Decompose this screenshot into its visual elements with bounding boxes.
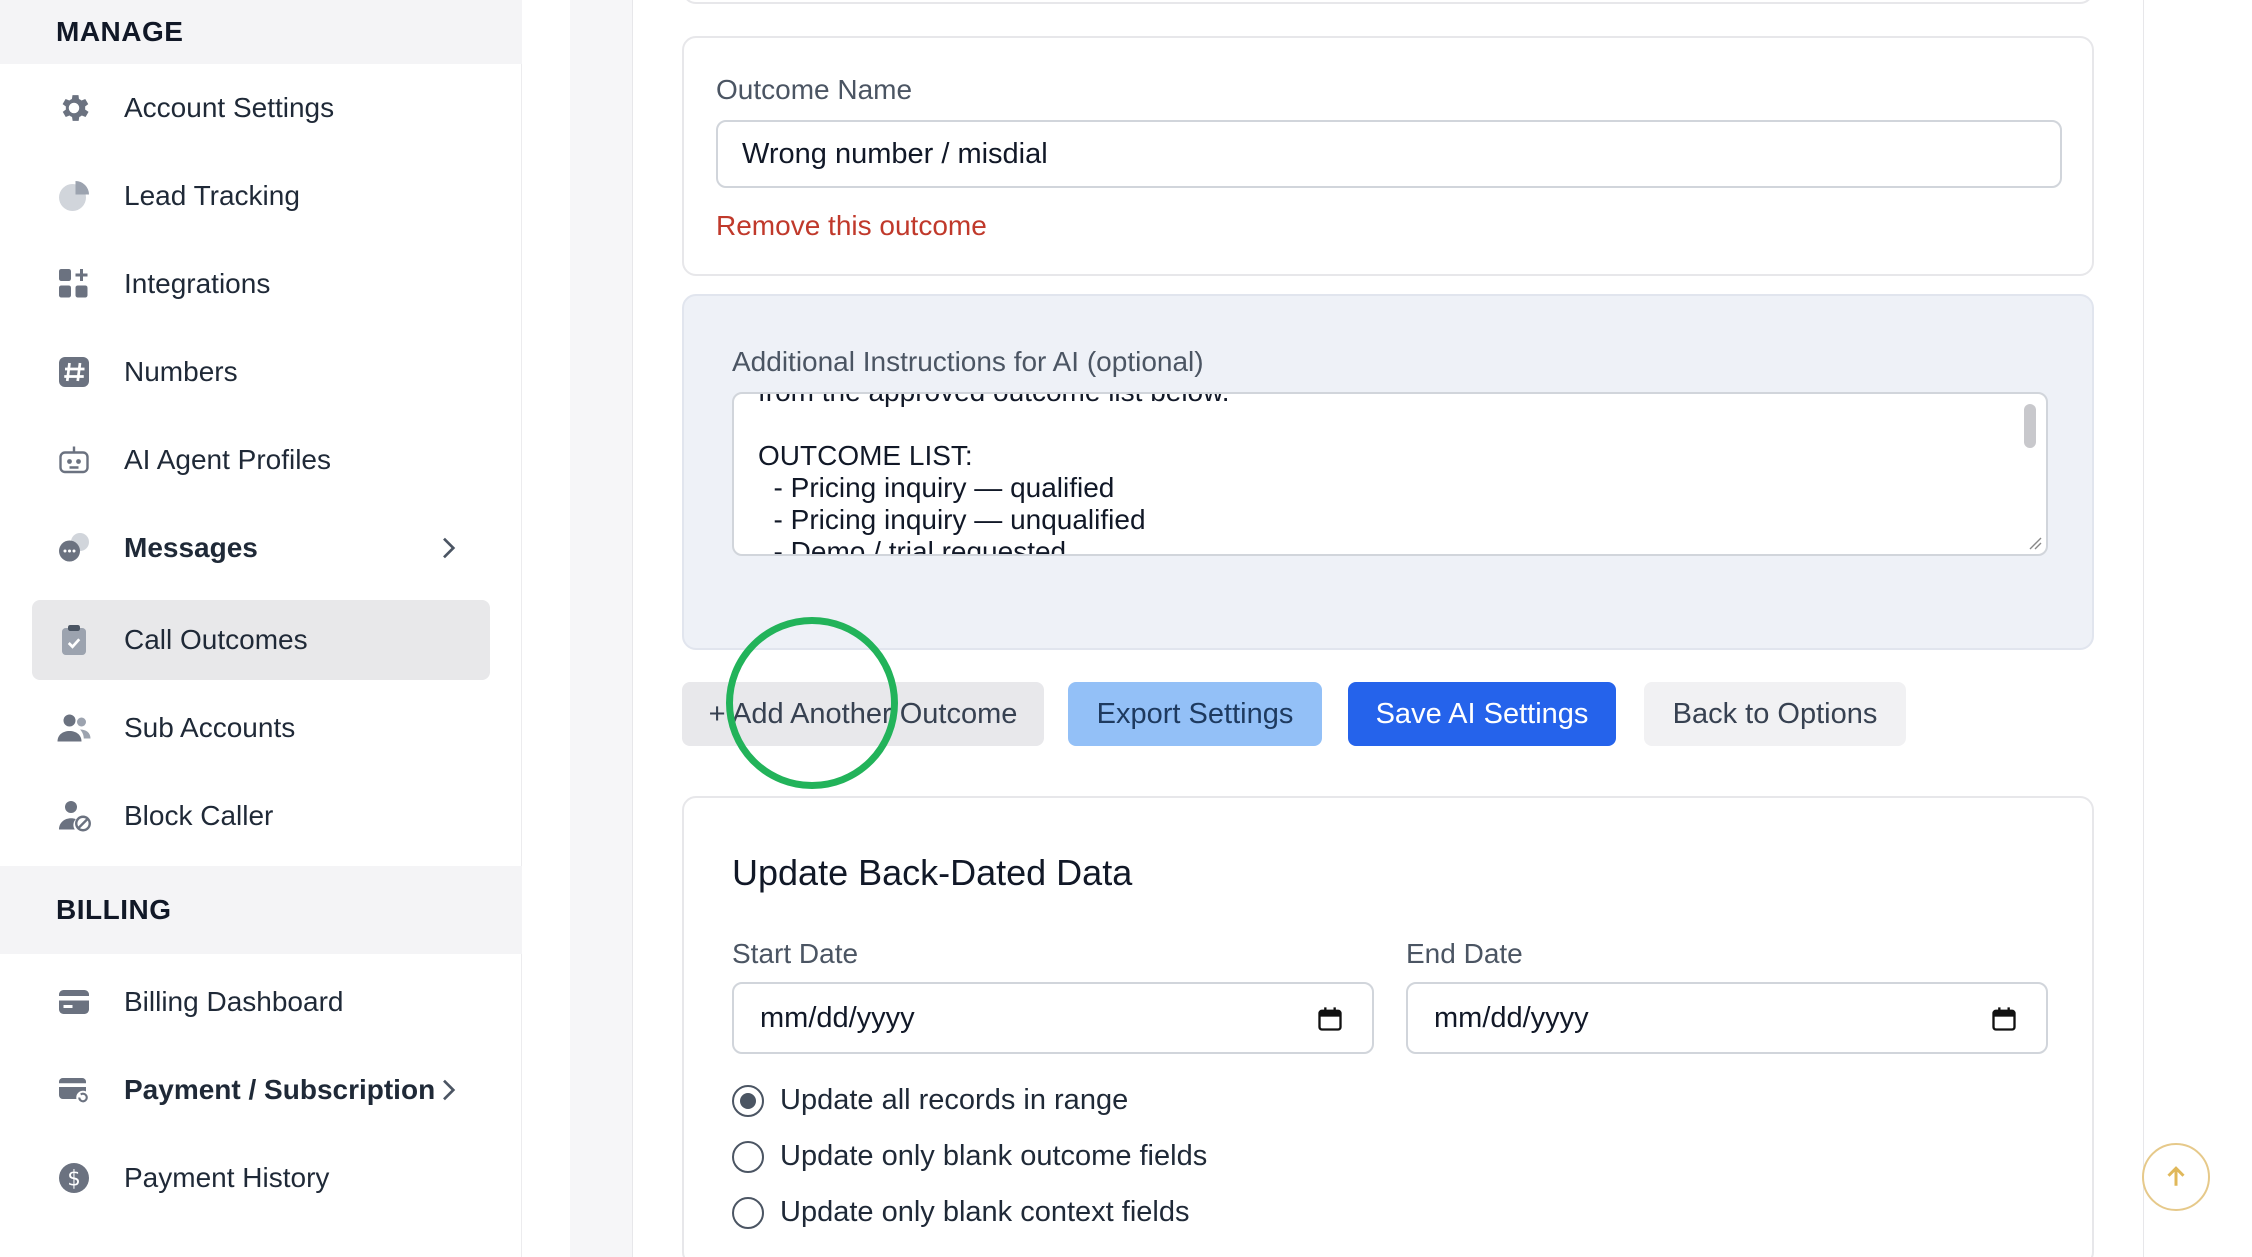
sidebar-item-payment-subscription[interactable]: Payment / Subscription	[32, 1050, 490, 1130]
user-block-icon	[54, 796, 94, 836]
sidebar-item-label: Account Settings	[124, 92, 335, 123]
end-date-label: End Date	[1406, 938, 1523, 969]
sidebar-item-ai-agent-profiles[interactable]: AI Agent Profiles	[32, 420, 490, 500]
ai-instructions-panel: Additional Instructions for AI (optional…	[682, 294, 2094, 650]
radio-label: Update only blank outcome fields	[780, 1140, 1208, 1172]
backdated-data-card: Update Back-Dated Data Start Date mm/dd/…	[682, 796, 2094, 1257]
previous-outcome-card	[682, 0, 2094, 4]
radio-button[interactable]	[732, 1196, 764, 1229]
chat-bubbles-icon	[54, 528, 94, 568]
sidebar-item-sub-accounts[interactable]: Sub Accounts	[32, 688, 490, 768]
sidebar-item-numbers[interactable]: Numbers	[32, 332, 490, 412]
hash-icon	[54, 352, 94, 392]
radio-blank-context[interactable]: Update only blank context fields	[732, 1196, 1189, 1229]
pie-chart-icon	[54, 176, 94, 216]
chevron-right-icon	[443, 537, 456, 559]
remove-outcome-link[interactable]: Remove this outcome	[716, 210, 987, 242]
robot-icon	[54, 440, 94, 480]
sidebar-item-account-settings[interactable]: Account Settings	[32, 68, 490, 148]
sidebar-item-label: Payment / Subscription	[124, 1074, 436, 1105]
backdated-title: Update Back-Dated Data	[732, 852, 1133, 893]
outcome-name-label: Outcome Name	[716, 74, 913, 105]
ai-instructions-label: Additional Instructions for AI (optional…	[732, 346, 1204, 377]
ai-instructions-text: from the approved outcome list below. OU…	[758, 394, 1230, 556]
radio-button[interactable]	[732, 1140, 764, 1173]
arrow-up-icon	[2167, 1166, 2185, 1186]
svg-text:$: $	[67, 1167, 80, 1191]
radio-label: Update all records in range	[780, 1084, 1129, 1116]
gear-icon	[54, 88, 94, 128]
start-date-label: Start Date	[732, 938, 859, 969]
chevron-right-icon	[443, 1079, 456, 1101]
sidebar-item-payment-history[interactable]: $ Payment History	[32, 1138, 490, 1218]
sidebar-item-label: Payment History	[124, 1162, 330, 1193]
grid-plus-icon	[54, 264, 94, 304]
export-settings-button[interactable]: Export Settings	[1068, 682, 1322, 746]
users-icon	[54, 708, 94, 748]
ai-instructions-textarea[interactable]: from the approved outcome list below. OU…	[732, 392, 2048, 556]
radio-label: Update only blank context fields	[780, 1196, 1190, 1228]
clipboard-check-icon	[54, 620, 94, 660]
add-outcome-button[interactable]: + Add Another Outcome	[682, 682, 1044, 746]
sidebar-item-label: Messages	[124, 532, 258, 563]
start-date-placeholder: mm/dd/yyyy	[760, 1001, 915, 1034]
calendar-icon[interactable]	[1316, 1004, 1344, 1034]
scroll-to-top-button[interactable]	[2142, 1143, 2210, 1211]
sidebar-item-label: Lead Tracking	[124, 180, 300, 211]
textarea-scrollbar[interactable]	[2024, 404, 2036, 448]
sidebar-item-integrations[interactable]: Integrations	[32, 244, 490, 324]
credit-card-icon	[54, 982, 94, 1022]
section-heading-manage: MANAGE	[0, 0, 522, 64]
save-ai-settings-button[interactable]: Save AI Settings	[1348, 682, 1616, 746]
outcome-name-input[interactable]: Wrong number / misdial	[716, 120, 2062, 188]
card-refresh-icon	[54, 1070, 94, 1110]
sidebar-item-call-outcomes[interactable]: Call Outcomes	[32, 600, 490, 680]
resize-handle-icon[interactable]	[2026, 534, 2042, 550]
sidebar: MANAGE Account Settings Lead Tracking In…	[0, 0, 522, 1257]
end-date-placeholder: mm/dd/yyyy	[1434, 1001, 1589, 1034]
sidebar-item-billing-dashboard[interactable]: Billing Dashboard	[32, 962, 490, 1042]
sidebar-item-label: AI Agent Profiles	[124, 444, 332, 475]
radio-update-all[interactable]: Update all records in range	[732, 1084, 1128, 1117]
outcome-card: Outcome Name Wrong number / misdial Remo…	[682, 36, 2094, 276]
radio-blank-outcome[interactable]: Update only blank outcome fields	[732, 1140, 1207, 1173]
end-date-input[interactable]: mm/dd/yyyy	[1406, 982, 2048, 1054]
start-date-input[interactable]: mm/dd/yyyy	[732, 982, 1374, 1054]
sidebar-item-label: Block Caller	[124, 800, 274, 831]
sidebar-item-block-caller[interactable]: Block Caller	[32, 776, 490, 856]
calendar-icon[interactable]	[1990, 1004, 2018, 1034]
section-heading-billing: BILLING	[0, 866, 522, 954]
sidebar-item-lead-tracking[interactable]: Lead Tracking	[32, 156, 490, 236]
sidebar-item-label: Integrations	[124, 268, 271, 299]
back-to-options-button[interactable]: Back to Options	[1644, 682, 1906, 746]
sidebar-item-messages[interactable]: Messages	[32, 508, 490, 588]
sidebar-item-label: Billing Dashboard	[124, 986, 344, 1017]
sidebar-item-label: Numbers	[124, 356, 238, 387]
dollar-circle-icon: $	[54, 1158, 94, 1198]
sidebar-item-label: Sub Accounts	[124, 712, 296, 743]
sidebar-item-label: Call Outcomes	[124, 624, 308, 655]
radio-button[interactable]	[732, 1084, 764, 1117]
